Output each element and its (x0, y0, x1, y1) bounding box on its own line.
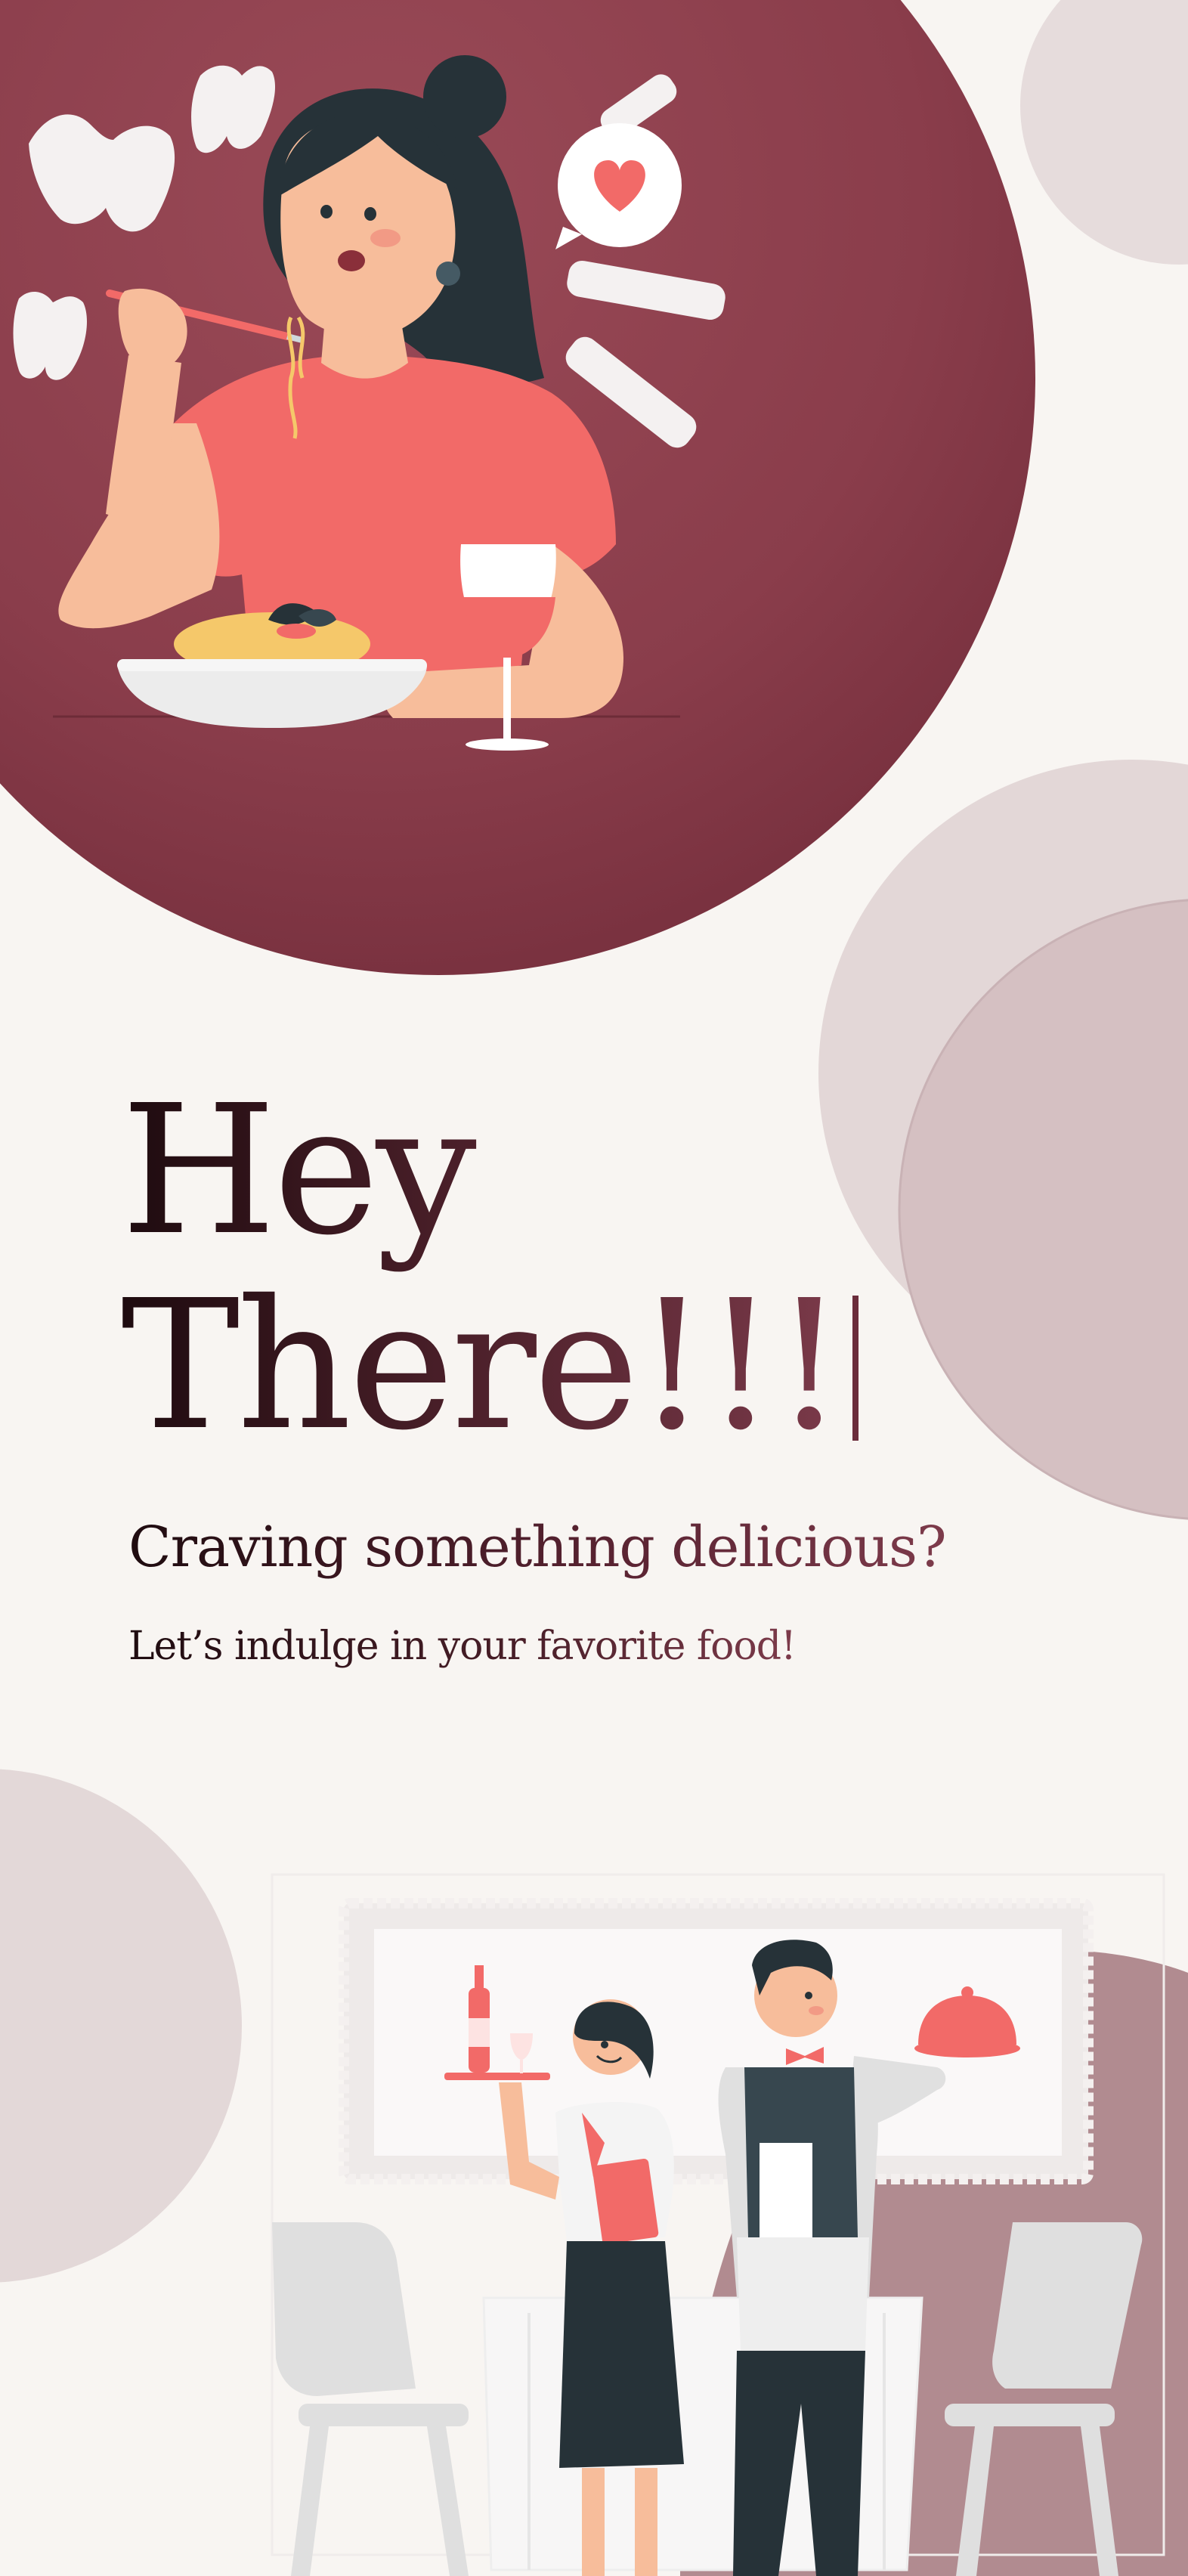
waiters-serving-illustration (271, 1873, 1188, 2576)
chair-left-icon (272, 2222, 469, 2576)
